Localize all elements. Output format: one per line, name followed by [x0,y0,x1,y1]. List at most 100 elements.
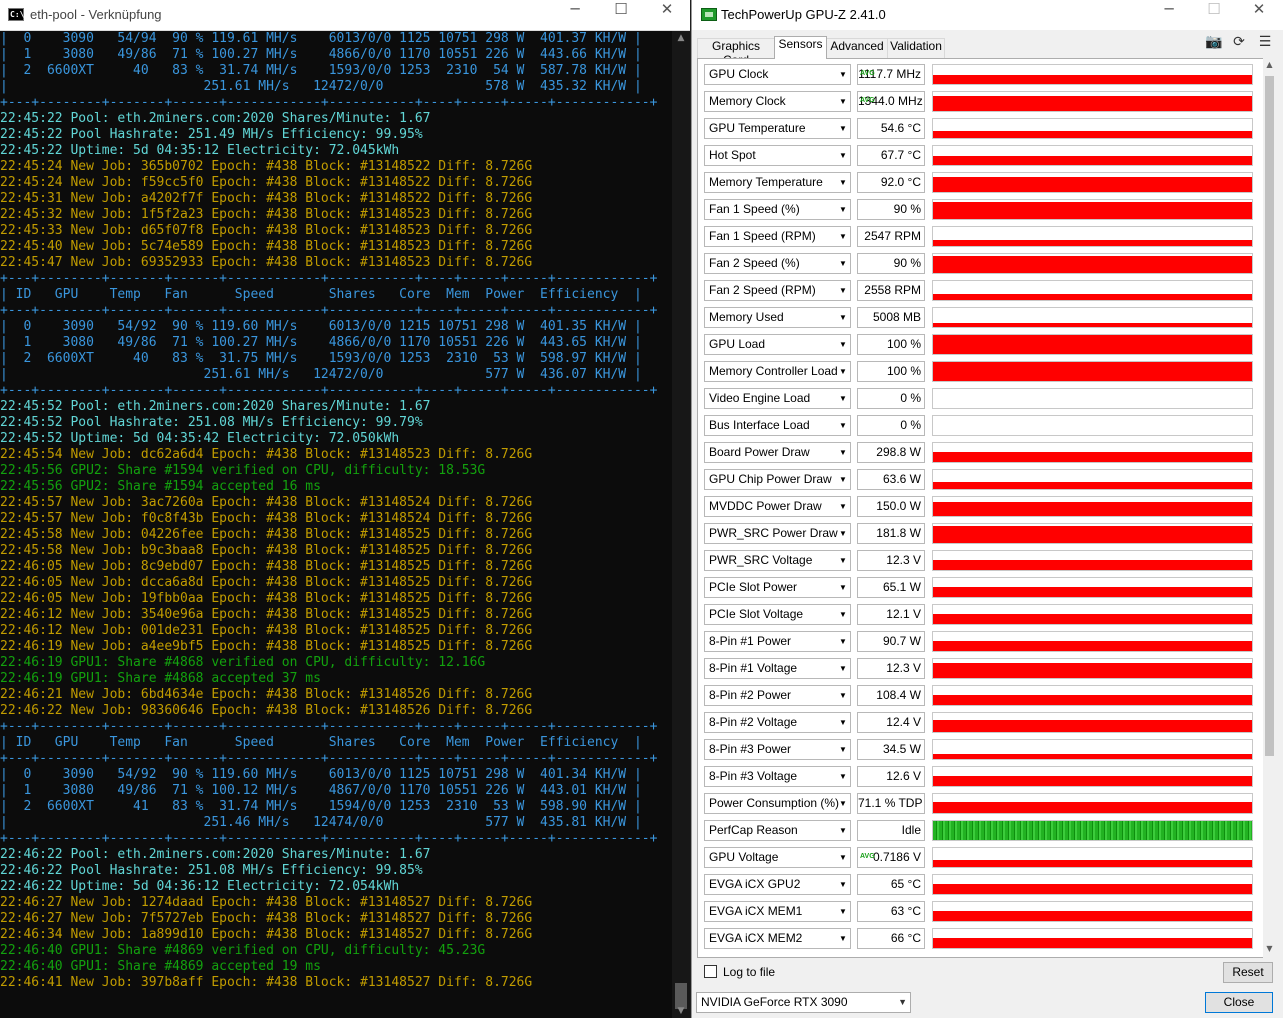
log-to-file-checkbox[interactable]: Log to file [704,965,775,979]
sensor-graph[interactable] [932,874,1253,895]
sensor-graph[interactable] [932,415,1253,436]
sensor-graph[interactable] [932,604,1253,625]
gpuz-minimize-button[interactable]: ─ [1146,0,1192,30]
console-titlebar[interactable]: C:\ eth-pool - Verknüpfung ─ ☐ ✕ [0,0,690,31]
sensor-name-dropdown[interactable]: Board Power Draw ▼ [704,442,851,463]
sensor-name-dropdown[interactable]: PerfCap Reason ▼ [704,820,851,841]
sensors-scroll-thumb[interactable] [1265,76,1274,756]
sensor-name-dropdown[interactable]: PWR_SRC Power Draw ▼ [704,523,851,544]
console-close-button[interactable]: ✕ [644,0,690,30]
sensor-value[interactable]: Idle [857,820,925,841]
sensor-value[interactable]: 65 °C [857,874,925,895]
sensor-name-dropdown[interactable]: Bus Interface Load ▼ [704,415,851,436]
sensor-graph[interactable] [932,199,1253,220]
sensor-value[interactable]: 0 % [857,415,925,436]
sensor-value[interactable]: 90 % [857,199,925,220]
scroll-up-icon[interactable]: ▲ [672,33,690,43]
reset-button[interactable]: Reset [1223,962,1273,983]
sensor-name-dropdown[interactable]: GPU Load ▼ [704,334,851,355]
sensor-value[interactable]: 12.1 V [857,604,925,625]
sensor-name-dropdown[interactable]: EVGA iCX MEM2 ▼ [704,928,851,949]
sensor-value[interactable]: 90 % [857,253,925,274]
sensor-graph[interactable] [932,550,1253,571]
sensor-graph[interactable] [932,577,1253,598]
sensor-graph[interactable] [932,928,1253,949]
sensor-value[interactable]: 34.5 W [857,739,925,760]
sensor-graph[interactable] [932,496,1253,517]
sensor-value[interactable]: 108.4 W [857,685,925,706]
sensor-value[interactable]: 5008 MB [857,307,925,328]
camera-icon[interactable]: 📷 [1205,35,1223,49]
sensor-value[interactable]: 66 °C [857,928,925,949]
sensor-name-dropdown[interactable]: 8-Pin #1 Voltage ▼ [704,658,851,679]
sensor-value[interactable]: 71.1 % TDP [857,793,925,814]
console-maximize-button[interactable]: ☐ [598,0,644,30]
sensor-name-dropdown[interactable]: Fan 2 Speed (%) ▼ [704,253,851,274]
sensor-name-dropdown[interactable]: Video Engine Load ▼ [704,388,851,409]
sensor-name-dropdown[interactable]: Hot Spot ▼ [704,145,851,166]
sensor-value[interactable]: 2558 RPM [857,280,925,301]
sensor-value[interactable]: AVG 1117.7 MHz [857,64,925,85]
sensor-graph[interactable] [932,658,1253,679]
checkbox-icon[interactable] [704,965,717,978]
console-output[interactable]: | 0 3090 54/94 90 % 119.61 MH/s 6013/0/0… [0,31,672,1018]
sensor-graph[interactable] [932,739,1253,760]
sensor-graph[interactable] [932,442,1253,463]
sensor-value[interactable]: 90.7 W [857,631,925,652]
sensor-value[interactable]: 54.6 °C [857,118,925,139]
sensor-graph[interactable] [932,253,1253,274]
sensor-graph[interactable] [932,685,1253,706]
sensor-value[interactable]: 65.1 W [857,577,925,598]
sensor-name-dropdown[interactable]: 8-Pin #3 Power ▼ [704,739,851,760]
console-scrollbar[interactable]: ▲ ▼ [672,31,690,1018]
sensor-graph[interactable] [932,280,1253,301]
sensor-graph[interactable] [932,91,1253,112]
sensor-graph[interactable] [932,145,1253,166]
sensor-graph[interactable] [932,64,1253,85]
sensor-name-dropdown[interactable]: Fan 1 Speed (%) ▼ [704,199,851,220]
sensor-graph[interactable] [932,712,1253,733]
sensor-name-dropdown[interactable]: PCIe Slot Voltage ▼ [704,604,851,625]
sensors-scroll-down-icon[interactable]: ▼ [1263,944,1276,953]
sensor-name-dropdown[interactable]: EVGA iCX GPU2 ▼ [704,874,851,895]
sensor-value[interactable]: 67.7 °C [857,145,925,166]
sensor-name-dropdown[interactable]: GPU Clock ▼ [704,64,851,85]
gpu-select[interactable]: NVIDIA GeForce RTX 3090 ▼ [696,992,911,1013]
sensor-graph[interactable] [932,334,1253,355]
sensor-name-dropdown[interactable]: GPU Temperature ▼ [704,118,851,139]
sensor-graph[interactable] [932,901,1253,922]
sensor-graph[interactable] [932,469,1253,490]
sensor-graph[interactable] [932,766,1253,787]
sensor-value[interactable]: 12.3 V [857,550,925,571]
sensors-scrollbar[interactable]: ▲ ▼ [1263,58,1276,958]
gpuz-titlebar[interactable]: TechPowerUp GPU-Z 2.41.0 ─ ☐ ✕ [692,0,1283,30]
scroll-down-icon[interactable]: ▼ [672,1006,690,1016]
sensors-scroll-up-icon[interactable]: ▲ [1263,60,1276,69]
sensor-name-dropdown[interactable]: 8-Pin #1 Power ▼ [704,631,851,652]
sensor-value[interactable]: 12.3 V [857,658,925,679]
sensor-value[interactable]: 0 % [857,388,925,409]
sensor-name-dropdown[interactable]: EVGA iCX MEM1 ▼ [704,901,851,922]
refresh-icon[interactable]: ⟳ [1230,35,1248,49]
sensor-graph[interactable] [932,523,1253,544]
sensor-value[interactable]: 12.4 V [857,712,925,733]
sensor-name-dropdown[interactable]: Power Consumption (%) ▼ [704,793,851,814]
sensor-value[interactable]: 63 °C [857,901,925,922]
sensor-name-dropdown[interactable]: 8-Pin #3 Voltage ▼ [704,766,851,787]
sensor-name-dropdown[interactable]: Memory Clock ▼ [704,91,851,112]
sensor-graph[interactable] [932,226,1253,247]
tab-graphics-card[interactable]: Graphics Card [697,38,775,67]
sensor-value[interactable]: AVG 0.7186 V [857,847,925,868]
sensor-name-dropdown[interactable]: 8-Pin #2 Power ▼ [704,685,851,706]
sensor-graph[interactable] [932,820,1253,841]
sensor-value[interactable]: 100 % [857,361,925,382]
sensor-name-dropdown[interactable]: PWR_SRC Voltage ▼ [704,550,851,571]
sensor-value[interactable]: 298.8 W [857,442,925,463]
sensor-graph[interactable] [932,307,1253,328]
sensor-graph[interactable] [932,793,1253,814]
sensor-graph[interactable] [932,631,1253,652]
sensor-name-dropdown[interactable]: Memory Used ▼ [704,307,851,328]
tab-advanced[interactable]: Advanced [826,38,888,58]
sensor-graph[interactable] [932,388,1253,409]
sensor-graph[interactable] [932,847,1253,868]
